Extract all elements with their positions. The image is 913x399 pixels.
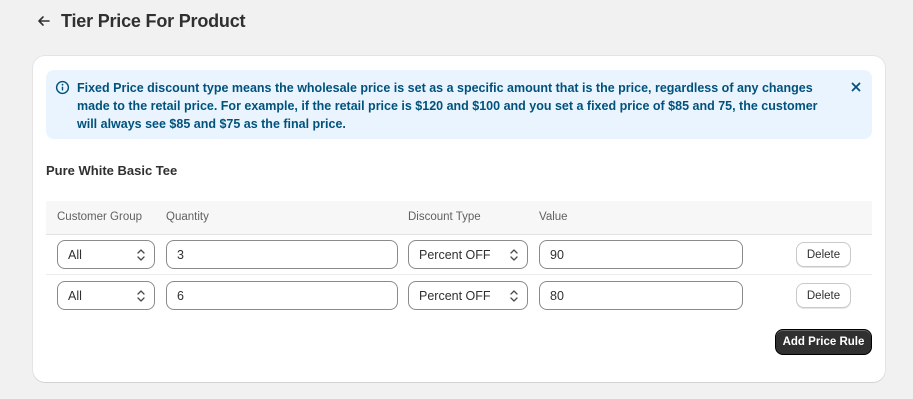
- page-title: Tier Price For Product: [61, 10, 246, 31]
- column-discount-type: Discount Type: [408, 211, 481, 223]
- select-chevron-icon: [137, 290, 145, 302]
- discount-type-select[interactable]: Percent OFF: [408, 240, 528, 269]
- arrow-left-icon: [38, 16, 50, 26]
- column-quantity: Quantity: [166, 211, 209, 223]
- page-header: Tier Price For Product: [35, 9, 246, 33]
- customer-group-select[interactable]: All: [57, 240, 155, 269]
- add-price-rule-button[interactable]: Add Price Rule: [775, 329, 872, 355]
- column-value: Value: [539, 211, 568, 223]
- close-icon: [851, 82, 861, 92]
- delete-button[interactable]: Delete: [796, 283, 851, 308]
- tier-price-card: Fixed Price discount type means the whol…: [33, 56, 885, 382]
- close-banner-button[interactable]: [848, 79, 864, 95]
- value-input[interactable]: 80: [539, 281, 743, 310]
- value-input[interactable]: 90: [539, 240, 743, 269]
- table-row: All 6 Percent OFF 80 Delete: [46, 276, 872, 316]
- customer-group-value: All: [68, 247, 82, 262]
- discount-type-select[interactable]: Percent OFF: [408, 281, 528, 310]
- back-button[interactable]: [35, 12, 53, 30]
- table-row: All 3 Percent OFF 90 Delete: [46, 235, 872, 275]
- table-header: Customer Group Quantity Discount Type Va…: [46, 201, 872, 235]
- info-icon: [55, 80, 70, 95]
- customer-group-value: All: [68, 288, 82, 303]
- quantity-input[interactable]: 3: [166, 240, 398, 269]
- select-chevron-icon: [137, 249, 145, 261]
- product-name: Pure White Basic Tee: [46, 163, 178, 178]
- banner-text: Fixed Price discount type means the whol…: [77, 81, 818, 131]
- info-banner: Fixed Price discount type means the whol…: [46, 70, 872, 139]
- select-chevron-icon: [510, 290, 518, 302]
- discount-type-value: Percent OFF: [419, 288, 491, 303]
- delete-button[interactable]: Delete: [796, 242, 851, 267]
- customer-group-select[interactable]: All: [57, 281, 155, 310]
- discount-type-value: Percent OFF: [419, 247, 491, 262]
- column-customer-group: Customer Group: [57, 211, 143, 223]
- quantity-input[interactable]: 6: [166, 281, 398, 310]
- select-chevron-icon: [510, 249, 518, 261]
